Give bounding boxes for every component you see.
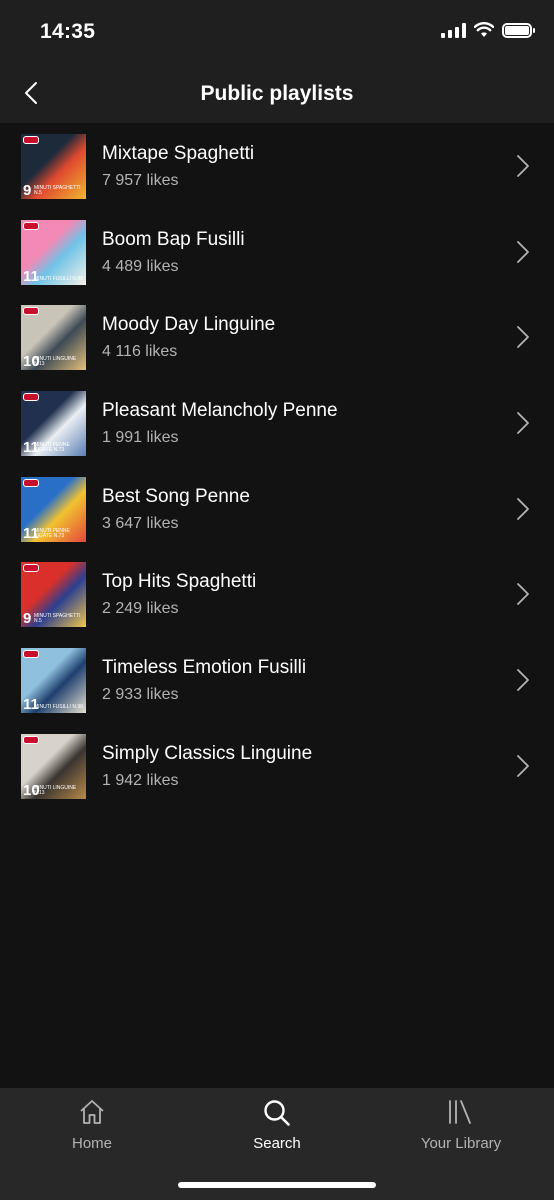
cover-caption: MINUTI LINGUINE N.13 <box>34 784 77 796</box>
cover-caption: MINUTI FUSILLI N.98 <box>34 704 83 711</box>
cover-caption: MINUTI PENNE RIGATE N.73 <box>34 527 70 539</box>
playlist-cover-image: 10 MINUTI LINGUINE N.13 <box>21 733 86 799</box>
playlist-cover-image: 9 MINUTI SPAGHETTI N.5 <box>21 134 86 199</box>
playlist-row[interactable]: 11 MINUTI FUSILLI N.98 Timeless Emotion Fu… <box>0 637 554 723</box>
search-icon <box>264 1100 290 1126</box>
tab-label-your-library: Your Library <box>420 1135 502 1152</box>
playlist-likes: 1 942 likes <box>102 771 179 789</box>
cover-caption: MINUTI FUSILLI N.98 <box>34 275 83 282</box>
brand-badge <box>23 393 39 402</box>
status-icons <box>441 22 535 38</box>
playlist-row[interactable]: 11 MINUTI PENNE RIGATE N.73 Pleasant Melan… <box>0 380 554 466</box>
cover-caption: MINUTI LINGUINE N.13 <box>34 356 77 368</box>
brand-badge <box>23 221 39 230</box>
playlist-title: Simply Classics Linguine <box>102 742 313 764</box>
playlist-likes: 7 957 likes <box>102 172 179 189</box>
playlist-cover-image: 11 MINUTI FUSILLI N.98 <box>21 648 86 714</box>
playlist-likes: 3 647 likes <box>102 514 179 532</box>
tab-your-library[interactable]: Your Library <box>369 1088 553 1168</box>
playlist-likes: 4 116 likes <box>102 343 178 361</box>
chevron-right-icon <box>517 754 529 777</box>
cellular-signal-icon <box>441 22 466 38</box>
playlist-title: Best Song Penne <box>102 485 250 507</box>
playlist-list: 9 MINUTI SPAGHETTI N.5 Mixtape Spaghetti 7 … <box>0 123 554 809</box>
brand-badge <box>23 564 39 573</box>
brand-badge <box>23 136 39 144</box>
playlist-cover-image: 9 MINUTI SPAGHETTI N.5 <box>21 562 86 628</box>
playlist-cover-image: 11 MINUTI PENNE RIGATE N.73 <box>21 476 86 542</box>
playlist-likes: 2 249 likes <box>102 600 179 618</box>
playlist-title: Boom Bap Fusilli <box>102 228 245 250</box>
playlist-likes: 2 933 likes <box>102 686 179 704</box>
chevron-right-icon <box>517 583 529 606</box>
playlist-cover-image: 11 MINUTI FUSILLI N.98 <box>21 219 86 285</box>
chevron-right-icon <box>517 155 529 177</box>
playlist-cover-image: 10 MINUTI LINGUINE N.13 <box>21 305 86 371</box>
cover-number: 9 <box>23 610 32 628</box>
playlist-row[interactable]: 11 MINUTI FUSILLI N.98 Boom Bap Fusilli 4 4… <box>0 209 554 295</box>
brand-badge <box>23 478 39 487</box>
nav-bar: Public playlists <box>0 66 554 123</box>
cover-number: 9 <box>23 182 32 199</box>
cover-caption: MINUTI PENNE RIGATE N.73 <box>34 442 70 454</box>
playlist-title: Top Hits Spaghetti <box>102 571 257 593</box>
playlist-row[interactable]: 11 MINUTI PENNE RIGATE N.73 Best Song Penn… <box>0 466 554 552</box>
playlist-title: Timeless Emotion Fusilli <box>102 657 307 679</box>
tab-search[interactable]: Search <box>185 1088 369 1168</box>
playlist-cover-image: 11 MINUTI PENNE RIGATE N.73 <box>21 391 86 457</box>
status-bar: 14:35 <box>0 0 554 66</box>
playlist-title: Pleasant Melancholy Penne <box>102 400 338 422</box>
battery-icon <box>502 22 535 38</box>
playlist-row[interactable]: 10 MINUTI LINGUINE N.13 Moody Day Linguine… <box>0 294 554 380</box>
playlist-likes: 4 489 likes <box>102 257 179 275</box>
cover-caption: MINUTI SPAGHETTI N.5 <box>34 185 81 196</box>
playlist-row[interactable]: 9 MINUTI SPAGHETTI N.5 Mixtape Spaghetti 7 … <box>0 123 554 209</box>
top-bar: 14:35 Public playlists <box>0 0 554 123</box>
brand-badge <box>23 650 39 659</box>
home-icon <box>80 1100 104 1124</box>
brand-badge <box>23 735 39 744</box>
playlist-title: Mixtape Spaghetti <box>102 143 255 164</box>
playlist-likes: 1 991 likes <box>102 429 179 447</box>
playlist-row[interactable]: 10 MINUTI LINGUINE N.13 Simply Classics Li… <box>0 723 554 809</box>
chevron-right-icon <box>517 412 529 434</box>
chevron-right-icon <box>517 497 529 520</box>
cover-caption: MINUTI SPAGHETTI N.5 <box>34 613 81 625</box>
library-icon <box>449 1100 471 1124</box>
chevron-right-icon <box>517 669 529 692</box>
chevron-right-icon <box>517 240 529 263</box>
status-time: 14:35 <box>40 20 96 43</box>
chevron-right-icon <box>517 326 529 349</box>
tab-label-home: Home <box>71 1135 112 1152</box>
tab-home[interactable]: Home <box>0 1088 184 1168</box>
tab-label-search: Search <box>253 1135 301 1152</box>
playlist-row[interactable]: 9 MINUTI SPAGHETTI N.5 Top Hits Spaghetti 2… <box>0 551 554 637</box>
page-title: Public playlists <box>200 82 354 105</box>
wifi-icon <box>474 22 494 37</box>
brand-badge <box>23 307 39 316</box>
playlist-title: Moody Day Linguine <box>102 314 276 336</box>
home-indicator <box>178 1182 376 1188</box>
